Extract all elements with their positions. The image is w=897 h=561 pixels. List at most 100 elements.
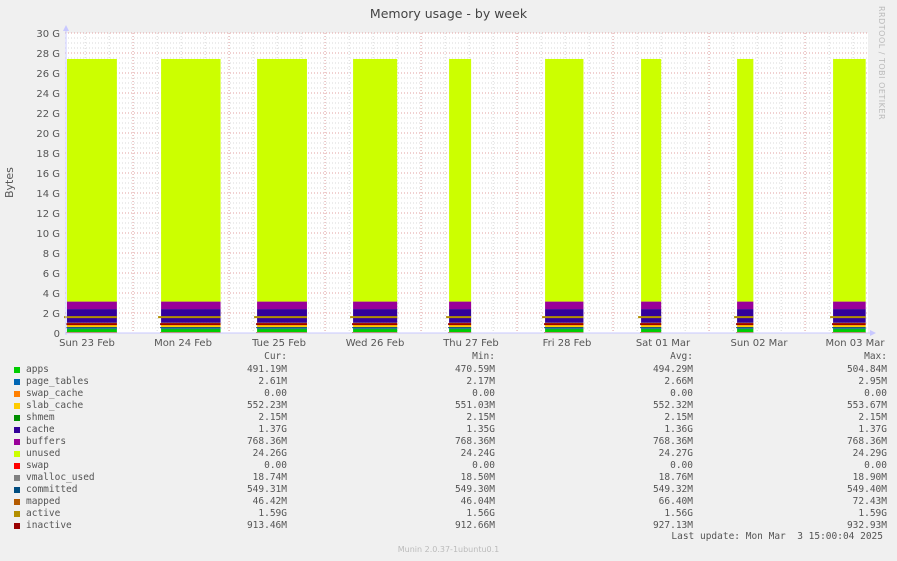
data-segment — [158, 58, 221, 334]
area-buffers — [833, 301, 866, 310]
legend-row-page_tables: page_tables 2.61M 2.17M 2.66M 2.95M — [0, 376, 897, 388]
area-cache — [67, 309, 117, 323]
data-segment — [446, 58, 472, 334]
legend-row-buffers: buffers 768.36M 768.36M 768.36M 768.36M — [0, 436, 897, 448]
area-cache — [833, 309, 866, 323]
legend-min-value: 768.36M — [454, 436, 495, 447]
y-tick-label: 28 G — [36, 49, 60, 60]
legend-max-value: 1.37G — [858, 424, 887, 435]
legend-cur-value: 2.61M — [258, 376, 287, 387]
area-cache — [641, 309, 662, 323]
legend-min-value: 1.35G — [466, 424, 495, 435]
y-tick-label: 26 G — [36, 69, 60, 80]
legend-label: slab_cache — [26, 400, 84, 411]
legend-min-value: 912.66M — [454, 520, 495, 531]
legend-cur-value: 549.31M — [246, 484, 287, 495]
legend-avg-value: 768.36M — [652, 436, 693, 447]
legend-avg-value: 2.15M — [664, 412, 693, 423]
area-cache — [449, 309, 472, 323]
x-axis-arrow — [870, 330, 876, 336]
area-buffers — [545, 301, 584, 310]
area-unused — [67, 58, 117, 302]
area-cache — [257, 309, 307, 323]
legend-min-value: 46.04M — [460, 496, 495, 507]
legend-avg-value: 927.13M — [652, 520, 693, 531]
x-tick-label: Tue 25 Feb — [251, 338, 306, 349]
legend-label: buffers — [26, 436, 67, 447]
y-tick-label: 4 G — [43, 289, 60, 300]
legend-cur-value: 1.37G — [258, 424, 287, 435]
data-areas — [64, 58, 866, 334]
legend-avg-value: 24.27G — [658, 448, 693, 459]
legend-row-swap_cache: swap_cache 0.00 0.00 0.00 0.00 — [0, 388, 897, 400]
area-unused — [449, 58, 472, 302]
legend-label: page_tables — [26, 376, 89, 387]
legend-label: mapped — [26, 496, 61, 507]
y-tick-label: 30 G — [36, 29, 60, 40]
data-segment — [64, 58, 117, 334]
area-page_tables — [833, 328, 866, 330]
legend-row-shmem: shmem 2.15M 2.15M 2.15M 2.15M — [0, 412, 897, 424]
y-tick-label: 16 G — [36, 169, 60, 180]
legend-max-value: 24.29G — [852, 448, 887, 459]
area-page_tables — [257, 328, 307, 330]
legend-avg-value: 0.00 — [670, 460, 693, 471]
data-segment — [542, 58, 584, 334]
legend-avg-value: 0.00 — [670, 388, 693, 399]
legend-label: swap_cache — [26, 388, 84, 399]
area-cache — [161, 309, 221, 323]
legend-min-value: 24.24G — [460, 448, 495, 459]
legend-label: active — [26, 508, 61, 519]
legend-avg-value: 552.32M — [652, 400, 693, 411]
legend-swatch — [14, 415, 20, 421]
y-tick-label: 18 G — [36, 149, 60, 160]
legend-avg-value: 1.56G — [664, 508, 693, 519]
y-tick-label: 12 G — [36, 209, 60, 220]
legend-cur-value: 46.42M — [252, 496, 287, 507]
legend-header-max: Max: — [864, 351, 887, 362]
munin-version: Munin 2.0.37-1ubuntu0.1 — [397, 545, 500, 554]
memory-chart: 02 G4 G6 G8 G10 G12 G14 G16 G18 G20 G22 … — [36, 25, 885, 349]
area-unused — [161, 58, 221, 302]
legend-row-slab_cache: slab_cache 552.23M 551.03M 552.32M 553.67M — [0, 400, 897, 412]
area-buffers — [449, 301, 472, 310]
area-page_tables — [67, 328, 117, 330]
legend-label: inactive — [26, 520, 72, 531]
legend-row-vmalloc_used: vmalloc_used 18.74M 18.50M 18.76M 18.90M — [0, 472, 897, 484]
legend-min-value: 549.30M — [454, 484, 495, 495]
legend-cur-value: 24.26G — [252, 448, 287, 459]
legend-cur-value: 913.46M — [246, 520, 287, 531]
legend-swatch — [14, 451, 20, 457]
area-unused — [353, 58, 398, 302]
legend-header-min: Min: — [472, 351, 495, 362]
y-tick-label: 24 G — [36, 89, 60, 100]
legend-max-value: 1.59G — [858, 508, 887, 519]
data-segment — [254, 58, 307, 334]
x-tick-label: Sun 23 Feb — [59, 338, 115, 349]
legend-min-value: 0.00 — [472, 388, 495, 399]
x-tick-label: Thu 27 Feb — [442, 338, 499, 349]
legend-max-value: 549.40M — [846, 484, 887, 495]
legend-header-avg: Avg: — [670, 351, 693, 362]
legend-avg-value: 494.29M — [652, 364, 693, 375]
legend-cur-value: 18.74M — [252, 472, 287, 483]
legend-swatch — [14, 391, 20, 397]
legend-row-committed: committed 549.31M 549.30M 549.32M 549.40M — [0, 484, 897, 496]
legend-swatch — [14, 403, 20, 409]
area-page_tables — [737, 328, 754, 330]
legend-swatch — [14, 439, 20, 445]
area-page_tables — [641, 328, 662, 330]
legend-max-value: 2.15M — [858, 412, 887, 423]
legend-swatch — [14, 499, 20, 505]
legend-min-value: 2.17M — [466, 376, 495, 387]
area-unused — [641, 58, 662, 302]
area-page_tables — [161, 328, 221, 330]
x-tick-label: Mon 03 Mar — [825, 338, 885, 349]
legend-min-value: 0.00 — [472, 460, 495, 471]
legend-swatch — [14, 427, 20, 433]
legend-cur-value: 552.23M — [246, 400, 287, 411]
last-update: Last update: Mon Mar 3 15:00:04 2025 — [671, 531, 883, 542]
legend-label: committed — [26, 484, 78, 495]
legend-row-apps: apps 491.19M 470.59M 494.29M 504.84M — [0, 364, 897, 376]
legend-label: cache — [26, 424, 55, 435]
